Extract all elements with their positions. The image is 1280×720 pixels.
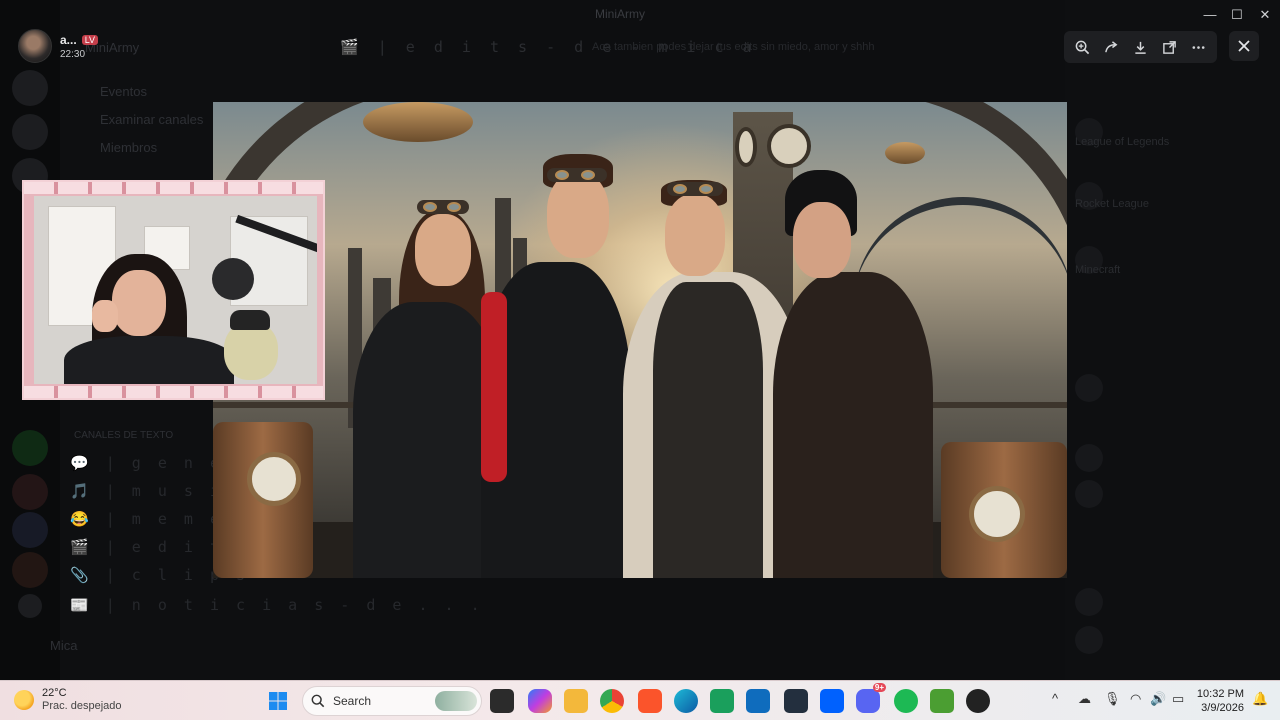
windows-start-icon[interactable] <box>266 689 290 713</box>
app-icon[interactable] <box>710 689 734 713</box>
dropbox-icon[interactable] <box>820 689 844 713</box>
wifi-icon[interactable]: ◠ <box>1130 691 1141 707</box>
search-highlight-image <box>435 691 477 711</box>
file-explorer-icon[interactable] <box>564 689 588 713</box>
streamer-body <box>64 336 234 384</box>
server-icon[interactable] <box>12 474 48 510</box>
webcam-frame-bottom <box>24 386 323 398</box>
window-title: MiniArmy <box>595 7 645 21</box>
channel-header-topic: Aca tambien podes dejar tus edits sin mi… <box>592 41 875 53</box>
system-clock[interactable]: 10:32 PM 3/9/2026 <box>1192 687 1244 715</box>
clock-face <box>767 124 811 168</box>
server-icon[interactable] <box>12 512 48 548</box>
weather-widget[interactable]: 22°C Prac. despejado <box>14 687 122 713</box>
channel-item[interactable]: 📰 | n o t i c i a s - d e . . . <box>70 596 484 614</box>
store-icon[interactable] <box>746 689 770 713</box>
add-server-icon[interactable] <box>18 594 42 618</box>
discord-icon[interactable]: 9+ <box>856 683 886 713</box>
chevron-up-icon[interactable]: ^ <box>1052 691 1058 706</box>
user-badge: LV <box>81 34 99 45</box>
webcam-feed <box>34 196 317 384</box>
download-icon[interactable] <box>1128 34 1154 60</box>
task-view-icon[interactable] <box>490 689 514 713</box>
airship <box>363 102 473 142</box>
search-icon <box>311 694 325 708</box>
weather-temp: 22°C <box>42 687 67 699</box>
microphone-icon[interactable]: 🎙 <box>1104 691 1121 707</box>
copilot-icon[interactable] <box>528 689 552 713</box>
taskbar-search[interactable]: Search <box>302 686 482 716</box>
avatar[interactable] <box>18 29 52 63</box>
open-external-icon[interactable] <box>1157 34 1183 60</box>
more-icon[interactable] <box>1186 34 1212 60</box>
chrome-icon[interactable] <box>600 689 624 713</box>
clock-date: 3/9/2026 <box>1201 702 1244 714</box>
plush-toy <box>224 322 278 380</box>
maximize-button[interactable]: ☐ <box>1222 4 1252 26</box>
spotify-icon[interactable] <box>894 689 918 713</box>
search-label: Search <box>333 694 372 708</box>
sidebar-item-members[interactable]: Miembros <box>100 140 157 155</box>
plush-hat <box>230 310 270 330</box>
self-username: Mica <box>50 638 78 653</box>
member-avatar[interactable] <box>1075 480 1103 508</box>
minecraft-icon[interactable] <box>930 689 954 713</box>
uploader-name[interactable]: a... <box>60 33 77 47</box>
edge-icon[interactable] <box>674 689 698 713</box>
forward-icon[interactable] <box>1099 34 1125 60</box>
screen: Eventos Examinar canales Miembros CANALE… <box>0 0 1280 720</box>
taskbar: 22°C Prac. despejado Search 9+ ^ ☁ � <box>0 680 1280 720</box>
amazon-icon[interactable] <box>784 689 808 713</box>
server-icon[interactable] <box>12 430 48 466</box>
member-activity: Minecraft <box>1075 264 1121 276</box>
server-icon[interactable] <box>12 70 48 106</box>
sidebar-item-events[interactable]: Eventos <box>100 84 147 99</box>
webcam-overlay <box>22 180 325 400</box>
brave-icon[interactable] <box>638 689 662 713</box>
streamer-face <box>112 270 166 336</box>
weather-condition: Prac. despejado <box>42 700 122 712</box>
discord-badge: 9+ <box>872 683 886 692</box>
image-preview[interactable] <box>213 102 1067 578</box>
channel-section-label: CANALES DE TEXTO <box>74 430 174 441</box>
sidebar-item-browse[interactable]: Examinar canales <box>100 112 203 127</box>
zoom-in-icon[interactable] <box>1070 34 1096 60</box>
onedrive-icon[interactable]: ☁ <box>1078 691 1091 707</box>
upload-time: 22:30 <box>60 48 86 60</box>
member-avatar[interactable] <box>1075 444 1103 472</box>
title-bar: MiniArmy — ☐ ✕ <box>0 0 1280 30</box>
volume-icon[interactable]: 🔊 <box>1150 691 1166 707</box>
microphone <box>212 258 254 300</box>
airship <box>885 142 925 164</box>
image-viewer-toolbar <box>1064 31 1217 63</box>
member-avatar[interactable] <box>1075 374 1103 402</box>
notification-bell-icon[interactable]: 🔔 <box>1252 691 1268 707</box>
member-avatar[interactable] <box>1075 588 1103 616</box>
streamer-hand <box>92 300 118 332</box>
battery-icon[interactable]: ▭ <box>1172 691 1184 707</box>
minimize-button[interactable]: — <box>1195 4 1225 26</box>
member-activity: Rocket League <box>1075 198 1149 210</box>
member-list: League of Legends Rocket League Minecraf… <box>1065 0 1280 680</box>
recording-app-icon[interactable] <box>966 689 990 713</box>
webcam-frame-top <box>24 182 323 194</box>
member-activity: League of Legends <box>1075 136 1170 148</box>
uploader-info: a... LV 22:30 <box>18 29 99 63</box>
gauge <box>969 486 1025 542</box>
window-close-button[interactable]: ✕ <box>1250 4 1280 26</box>
clock-face <box>735 127 757 167</box>
server-icon[interactable] <box>12 552 48 588</box>
sun-icon <box>14 690 34 710</box>
close-icon[interactable] <box>1229 31 1259 61</box>
server-icon[interactable] <box>12 114 48 150</box>
gauge <box>247 452 301 506</box>
clock-time: 10:32 PM <box>1196 688 1244 700</box>
member-avatar[interactable] <box>1075 626 1103 654</box>
